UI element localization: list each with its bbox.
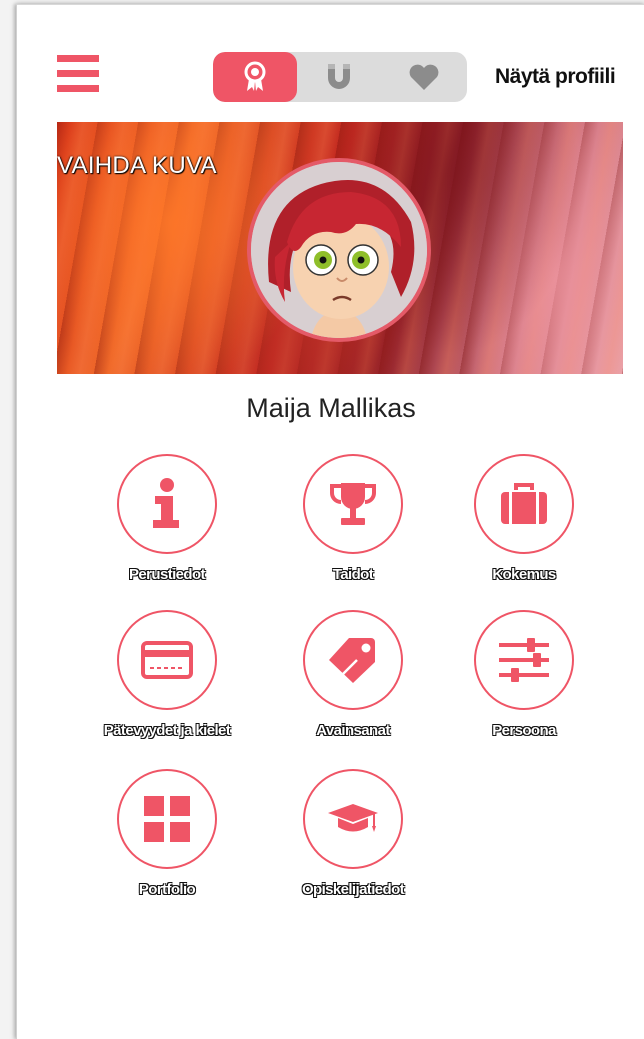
segment-magnet[interactable] xyxy=(297,52,381,102)
tile-kokemus[interactable]: Kokemus xyxy=(424,454,624,604)
tile-label: Perustiedot xyxy=(129,566,206,583)
show-profile-link[interactable]: Näytä profiili xyxy=(495,65,616,89)
credit-card-icon xyxy=(141,641,193,679)
tile-opiskelijatiedot[interactable]: Opiskelijatiedot xyxy=(253,769,453,919)
grid-icon xyxy=(144,796,190,842)
sliders-icon xyxy=(499,638,549,682)
tile-circle xyxy=(474,610,574,710)
app-frame: Näytä profiili VAIHDA KUVA Maija Mallika… xyxy=(16,4,644,1039)
tile-circle xyxy=(117,610,217,710)
view-switcher xyxy=(213,52,467,102)
tile-circle xyxy=(303,454,403,554)
tile-circle xyxy=(303,769,403,869)
change-image-button[interactable]: VAIHDA KUVA xyxy=(57,152,217,180)
tile-circle xyxy=(474,454,574,554)
tile-portfolio[interactable]: Portfolio xyxy=(67,769,267,919)
avatar[interactable] xyxy=(247,158,431,342)
tile-persoona[interactable]: Persoona xyxy=(424,610,624,760)
tile-circle xyxy=(303,610,403,710)
briefcase-icon xyxy=(501,483,547,524)
tile-label: Kokemus xyxy=(492,566,556,583)
magnet-icon xyxy=(328,64,350,89)
segment-heart[interactable] xyxy=(381,52,467,102)
tile-label: Avainsanat xyxy=(316,722,390,739)
tile-label: Taidot xyxy=(332,566,374,583)
graduation-cap-icon xyxy=(328,804,378,832)
info-icon xyxy=(153,478,179,528)
tile-taidot[interactable]: Taidot xyxy=(253,454,453,604)
tile-label: Portfolio xyxy=(138,881,196,898)
tile-label: Opiskelijatiedot xyxy=(301,881,405,898)
tile-patevyydet-ja-kielet[interactable]: Pätevyydet ja kielet xyxy=(67,610,267,760)
trophy-icon xyxy=(330,483,376,525)
tile-avainsanat[interactable]: Avainsanat xyxy=(253,610,453,760)
tile-label: Pätevyydet ja kielet xyxy=(103,722,231,739)
tile-circle xyxy=(117,769,217,869)
heart-icon xyxy=(409,64,439,90)
tag-icon xyxy=(329,638,375,683)
tile-circle xyxy=(117,454,217,554)
tile-label: Persoona xyxy=(492,722,556,739)
user-name: Maija Mallikas xyxy=(246,393,416,423)
hamburger-menu-icon[interactable] xyxy=(57,55,99,99)
segment-badge[interactable] xyxy=(213,52,297,102)
badge-icon xyxy=(244,61,266,91)
avatar-illustration xyxy=(251,162,427,338)
tile-perustiedot[interactable]: Perustiedot xyxy=(67,454,267,604)
